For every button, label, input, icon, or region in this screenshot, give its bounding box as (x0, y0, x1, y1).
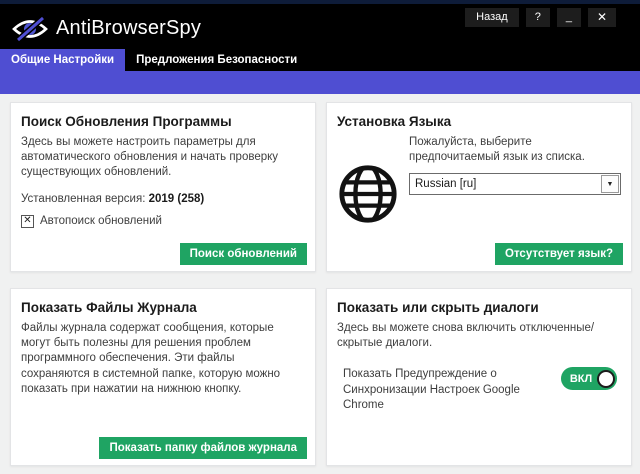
close-button[interactable]: ✕ (588, 8, 616, 27)
titlebar-buttons: Назад ? _ ✕ (458, 8, 616, 27)
installed-version-row: Установленная версия: 2019 (258) (21, 193, 305, 205)
tab-bar: Общие Настройки Предложения Безопасности (0, 49, 640, 71)
log-files-description: Файлы журнала содержат сообщения, которы… (21, 321, 305, 397)
show-log-folder-button[interactable]: Показать папку файлов журнала (99, 437, 307, 459)
missing-language-button[interactable]: Отсутствует язык? (495, 243, 623, 265)
card-title-log-files: Показать Файлы Журнала (21, 300, 305, 315)
card-program-updates: Поиск Обновления Программы Здесь вы може… (10, 102, 316, 272)
brand: AntiBrowserSpy (12, 15, 201, 43)
card-title-show-hide-dialogs: Показать или скрыть диалоги (337, 300, 621, 315)
installed-version-label: Установленная версия: (21, 193, 145, 205)
chrome-sync-warning-row: Показать Предупреждение о Синхронизации … (337, 367, 621, 413)
program-updates-description: Здесь вы можете настроить параметры для … (21, 135, 305, 181)
chrome-sync-warning-toggle[interactable]: ВКЛ (561, 367, 617, 390)
chrome-sync-warning-label: Показать Предупреждение о Синхронизации … (343, 367, 561, 413)
checkbox-checked-icon[interactable]: ✕ (21, 215, 34, 228)
content-area: Поиск Обновления Программы Здесь вы може… (0, 94, 640, 474)
app-title: AntiBrowserSpy (56, 17, 201, 40)
globe-icon (337, 135, 409, 225)
antibrowserspy-window: AntiBrowserSpy Назад ? _ ✕ Общие Настрой… (0, 0, 640, 474)
installed-version-value: 2019 (258) (149, 193, 205, 205)
title-bar: AntiBrowserSpy Назад ? _ ✕ (0, 4, 640, 50)
toggle-knob[interactable] (597, 370, 615, 388)
tab-general-settings[interactable]: Общие Настройки (0, 49, 125, 71)
autoupdate-checkbox-label: Автопоиск обновлений (40, 215, 162, 227)
language-select[interactable]: Russian [ru] ▼ (409, 173, 621, 195)
card-language-setup: Установка Языка Пожалу (326, 102, 632, 272)
minimize-button[interactable]: _ (557, 8, 581, 27)
tab-security-offers[interactable]: Предложения Безопасности (125, 49, 308, 71)
dropdown-arrow-icon[interactable]: ▼ (601, 175, 619, 193)
card-title-program-updates: Поиск Обновления Программы (21, 114, 305, 129)
check-updates-button[interactable]: Поиск обновлений (180, 243, 307, 265)
accent-strip (0, 71, 640, 94)
dialogs-description: Здесь вы можете снова включить отключенн… (337, 321, 621, 351)
antibrowserspy-eye-logo-icon (12, 15, 48, 43)
card-title-language-setup: Установка Языка (337, 114, 621, 129)
help-button[interactable]: ? (526, 8, 550, 27)
card-show-hide-dialogs: Показать или скрыть диалоги Здесь вы мож… (326, 288, 632, 466)
back-button[interactable]: Назад (465, 8, 519, 27)
language-body: Пожалуйста, выберите предпочитаемый язык… (337, 135, 621, 225)
card-log-files: Показать Файлы Журнала Файлы журнала сод… (10, 288, 316, 466)
toggle-state-label: ВКЛ (570, 373, 592, 385)
language-right-column: Пожалуйста, выберите предпочитаемый язык… (409, 135, 621, 225)
language-select-value: Russian [ru] (410, 178, 601, 190)
language-description: Пожалуйста, выберите предпочитаемый язык… (409, 135, 621, 165)
autoupdate-checkbox-row[interactable]: ✕ Автопоиск обновлений (21, 215, 305, 228)
